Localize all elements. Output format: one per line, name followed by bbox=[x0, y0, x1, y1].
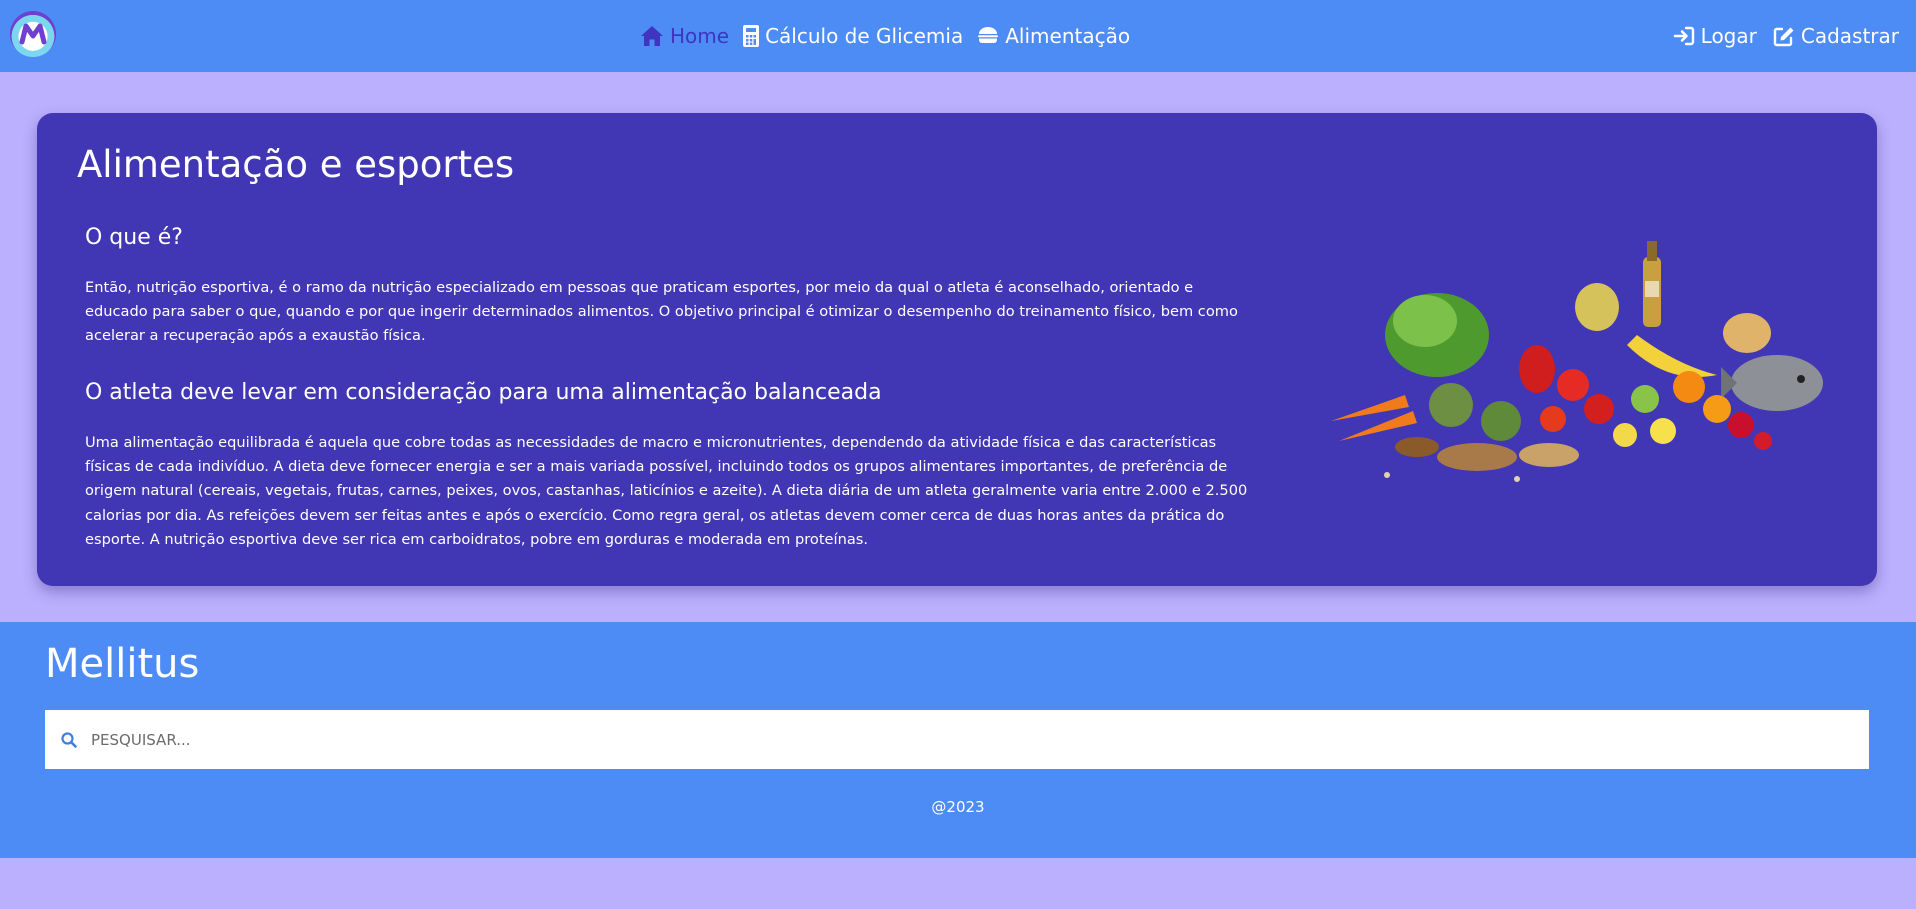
login-label: Logar bbox=[1700, 24, 1757, 48]
main-nav: Home Cálculo de Glicemia Alimentação bbox=[640, 20, 1130, 52]
search-bar bbox=[45, 710, 1869, 769]
nav-alimentacao-link[interactable]: Alimentação bbox=[977, 24, 1130, 48]
mellitus-logo[interactable] bbox=[10, 11, 56, 57]
register-link[interactable]: Cadastrar bbox=[1773, 24, 1899, 48]
footer-brand: Mellitus bbox=[45, 641, 200, 687]
nav-home-label: Home bbox=[670, 24, 730, 48]
nav-home-link[interactable]: Home bbox=[640, 24, 729, 48]
search-input[interactable] bbox=[89, 718, 1833, 761]
section-heading-balanced-diet: O atleta deve levar em consideração para… bbox=[85, 380, 882, 405]
calculator-icon bbox=[743, 25, 760, 47]
article-card: Alimentação e esportes O que é? Então, n… bbox=[37, 113, 1877, 586]
home-icon bbox=[641, 26, 663, 46]
register-label: Cadastrar bbox=[1800, 24, 1899, 48]
food-bowl-icon bbox=[978, 27, 999, 43]
logo-m-icon bbox=[19, 23, 47, 45]
copyright-text: @2023 bbox=[931, 798, 985, 816]
top-navbar: Home Cálculo de Glicemia Alimentação Log… bbox=[0, 0, 1916, 72]
section-heading-what-is: O que é? bbox=[85, 225, 183, 250]
edit-icon bbox=[1773, 27, 1794, 46]
article-title: Alimentação e esportes bbox=[77, 143, 515, 186]
nav-glicemia-link[interactable]: Cálculo de Glicemia bbox=[743, 24, 963, 48]
nav-glicemia-label: Cálculo de Glicemia bbox=[765, 24, 964, 48]
auth-nav: Logar Cadastrar bbox=[1673, 20, 1899, 52]
section-text-balanced-diet: Uma alimentação equilibrada é aquela que… bbox=[85, 434, 1248, 548]
footer: Mellitus @2023 bbox=[0, 622, 1916, 858]
sign-in-icon bbox=[1673, 26, 1694, 46]
search-icon bbox=[61, 731, 77, 748]
nav-alimentacao-label: Alimentação bbox=[1005, 24, 1131, 48]
food-illustration bbox=[1331, 241, 1823, 482]
section-text-what-is: Então, nutrição esportiva, é o ramo da n… bbox=[85, 279, 1238, 345]
login-link[interactable]: Logar bbox=[1673, 24, 1757, 48]
